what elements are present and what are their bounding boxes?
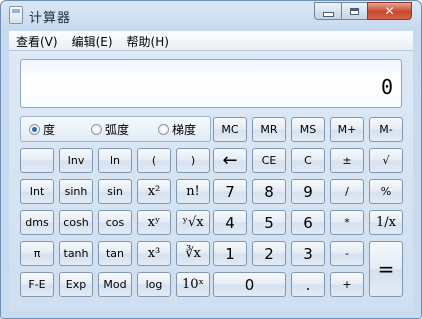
display-value: 0 bbox=[380, 75, 393, 99]
power-button[interactable]: xʸ bbox=[137, 210, 171, 235]
digit-7-button[interactable]: 7 bbox=[213, 179, 247, 204]
sin-button[interactable]: sin bbox=[98, 179, 132, 204]
radio-unselected-icon bbox=[91, 124, 102, 135]
mc-button[interactable]: MC bbox=[213, 117, 247, 142]
decimal-button[interactable]: . bbox=[291, 272, 325, 297]
fe-button[interactable]: F-E bbox=[20, 272, 54, 297]
int-button[interactable]: Int bbox=[20, 179, 54, 204]
digit-1-button[interactable]: 1 bbox=[213, 241, 247, 266]
calculator-body: 0 度 弧度 梯度 MC MR MS M+ M- Inv ln ( ) ← CE… bbox=[9, 51, 413, 311]
pi-button[interactable]: π bbox=[20, 241, 54, 266]
inv-button[interactable]: Inv bbox=[59, 148, 93, 173]
result-display: 0 bbox=[20, 59, 402, 108]
cube-root-button[interactable]: ∛x bbox=[176, 241, 210, 266]
close-icon: ✕ bbox=[384, 4, 395, 18]
digit-8-button[interactable]: 8 bbox=[252, 179, 286, 204]
radio-unselected-icon bbox=[158, 124, 169, 135]
negate-button[interactable]: ± bbox=[330, 148, 364, 173]
digit-0-button[interactable]: 0 bbox=[213, 272, 286, 297]
menu-help[interactable]: 帮助(H) bbox=[120, 31, 176, 50]
ce-button[interactable]: CE bbox=[252, 148, 286, 173]
divide-button[interactable]: / bbox=[330, 179, 364, 204]
menu-view[interactable]: 查看(V) bbox=[9, 31, 65, 50]
close-paren-button[interactable]: ) bbox=[176, 148, 210, 173]
ten-power-button[interactable]: 10ˣ bbox=[176, 272, 210, 297]
radio-selected-icon bbox=[29, 124, 40, 135]
blank-button[interactable] bbox=[20, 148, 54, 173]
dms-button[interactable]: dms bbox=[20, 210, 54, 235]
digit-3-button[interactable]: 3 bbox=[291, 241, 325, 266]
digit-4-button[interactable]: 4 bbox=[213, 210, 247, 235]
menu-bar: 查看(V) 编辑(E) 帮助(H) bbox=[9, 31, 413, 51]
reciprocal-button[interactable]: 1/x bbox=[369, 210, 403, 235]
ln-button[interactable]: ln bbox=[98, 148, 132, 173]
minimize-icon bbox=[322, 11, 334, 17]
percent-button[interactable]: % bbox=[369, 179, 403, 204]
angle-unit-group: 度 弧度 梯度 bbox=[20, 116, 211, 142]
cube-button[interactable]: x³ bbox=[137, 241, 171, 266]
window-title: 计算器 bbox=[29, 11, 72, 26]
calculator-window: 计算器 ✕ 查看(V) 编辑(E) 帮助(H) 0 度 弧度 梯度 MC MR … bbox=[0, 0, 422, 319]
sinh-button[interactable]: sinh bbox=[59, 179, 93, 204]
mod-button[interactable]: Mod bbox=[98, 272, 132, 297]
open-paren-button[interactable]: ( bbox=[137, 148, 171, 173]
digit-5-button[interactable]: 5 bbox=[252, 210, 286, 235]
calculator-app-icon bbox=[9, 6, 23, 24]
radio-degrees-label: 度 bbox=[43, 123, 56, 137]
maximize-icon bbox=[350, 7, 359, 15]
title-bar[interactable]: 计算器 ✕ bbox=[1, 1, 421, 31]
menu-edit[interactable]: 编辑(E) bbox=[65, 31, 120, 50]
ms-button[interactable]: MS bbox=[291, 117, 325, 142]
exp-button[interactable]: Exp bbox=[59, 272, 93, 297]
log-button[interactable]: log bbox=[137, 272, 171, 297]
close-button[interactable]: ✕ bbox=[367, 2, 412, 20]
yroot-button[interactable]: ʸ√x bbox=[176, 210, 210, 235]
cos-button[interactable]: cos bbox=[98, 210, 132, 235]
radio-gradians[interactable]: 梯度 bbox=[158, 121, 196, 138]
radio-radians[interactable]: 弧度 bbox=[91, 121, 129, 138]
tan-button[interactable]: tan bbox=[98, 241, 132, 266]
mr-button[interactable]: MR bbox=[252, 117, 286, 142]
radio-degrees[interactable]: 度 bbox=[29, 121, 55, 138]
add-button[interactable]: + bbox=[330, 272, 364, 297]
radio-radians-label: 弧度 bbox=[105, 123, 130, 137]
sqrt-button[interactable]: √ bbox=[369, 148, 403, 173]
square-button[interactable]: x² bbox=[137, 179, 171, 204]
radio-gradians-label: 梯度 bbox=[172, 123, 197, 137]
backspace-button[interactable]: ← bbox=[213, 148, 247, 173]
m-plus-button[interactable]: M+ bbox=[330, 117, 364, 142]
subtract-button[interactable]: - bbox=[330, 241, 364, 266]
tanh-button[interactable]: tanh bbox=[59, 241, 93, 266]
digit-2-button[interactable]: 2 bbox=[252, 241, 286, 266]
m-minus-button[interactable]: M- bbox=[369, 117, 403, 142]
multiply-button[interactable]: * bbox=[330, 210, 364, 235]
factorial-button[interactable]: n! bbox=[176, 179, 210, 204]
digit-9-button[interactable]: 9 bbox=[291, 179, 325, 204]
minimize-button[interactable] bbox=[314, 2, 341, 20]
digit-6-button[interactable]: 6 bbox=[291, 210, 325, 235]
cosh-button[interactable]: cosh bbox=[59, 210, 93, 235]
equals-button[interactable]: = bbox=[369, 241, 403, 297]
maximize-button[interactable] bbox=[341, 2, 367, 20]
clear-button[interactable]: C bbox=[291, 148, 325, 173]
